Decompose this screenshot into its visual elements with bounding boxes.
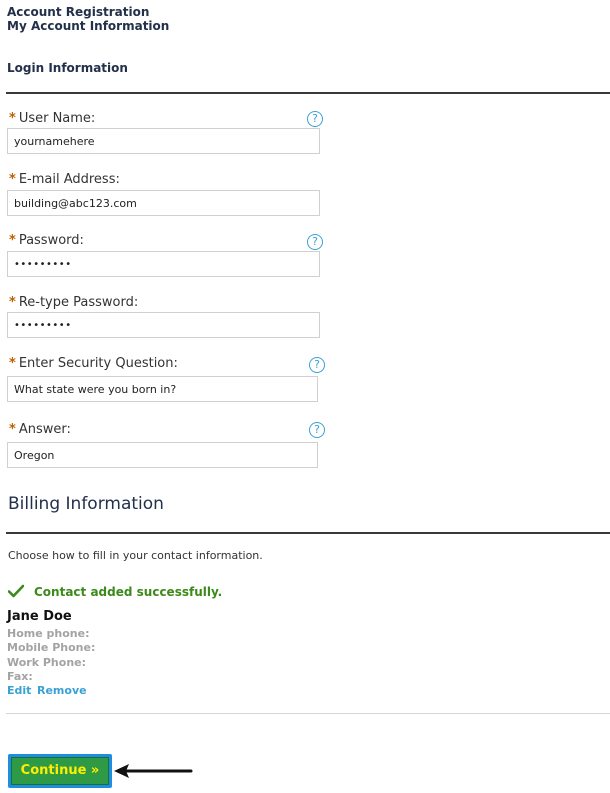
retype-password-input[interactable] <box>7 312 320 338</box>
required-marker: * <box>9 172 16 187</box>
required-marker: * <box>9 233 16 248</box>
security-question-label: * Enter Security Question: <box>9 356 178 371</box>
continue-button[interactable]: Continue » <box>8 754 112 788</box>
login-information-heading: Login Information <box>7 61 128 75</box>
username-help-icon[interactable]: ? <box>307 111 323 127</box>
contact-home-phone: Home phone: <box>7 627 90 640</box>
retype-password-label-text: Re-type Password: <box>18 295 139 310</box>
username-label-text: User Name: <box>18 111 96 126</box>
contact-work-phone: Work Phone: <box>7 656 87 669</box>
security-question-label-text: Enter Security Question: <box>18 356 178 371</box>
arrow-left-icon <box>114 764 193 778</box>
continue-button-label: Continue » <box>11 757 109 785</box>
edit-contact-link[interactable]: Edit <box>7 684 31 697</box>
section-divider <box>6 92 610 94</box>
answer-label-text: Answer: <box>18 422 71 437</box>
billing-information-heading: Billing Information <box>8 494 164 514</box>
answer-help-icon[interactable]: ? <box>309 422 325 438</box>
retype-password-label: * Re-type Password: <box>9 295 138 310</box>
success-message: Contact added successfully. <box>34 585 223 599</box>
email-label-text: E-mail Address: <box>18 172 120 187</box>
answer-input[interactable] <box>7 442 318 468</box>
section-divider <box>6 532 610 534</box>
remove-contact-link[interactable]: Remove <box>37 684 87 697</box>
password-label: * Password: <box>9 233 84 248</box>
security-question-input[interactable] <box>7 376 318 402</box>
required-marker: * <box>9 111 16 126</box>
password-label-text: Password: <box>18 233 84 248</box>
contact-fax: Fax: <box>7 670 33 683</box>
required-marker: * <box>9 356 16 371</box>
answer-label: * Answer: <box>9 422 71 437</box>
username-label: * User Name: <box>9 111 95 126</box>
section-divider <box>6 713 610 714</box>
contact-mobile-phone: Mobile Phone: <box>7 641 96 654</box>
required-marker: * <box>9 422 16 437</box>
page-heading-account-registration: Account Registration <box>7 5 150 19</box>
email-label: * E-mail Address: <box>9 172 120 187</box>
email-input[interactable] <box>7 190 320 216</box>
username-input[interactable] <box>7 128 320 154</box>
required-marker: * <box>9 295 16 310</box>
billing-description: Choose how to fill in your contact infor… <box>8 549 263 562</box>
security-question-help-icon[interactable]: ? <box>309 357 325 373</box>
password-input[interactable] <box>7 251 320 277</box>
checkmark-icon <box>8 584 24 598</box>
password-help-icon[interactable]: ? <box>307 234 323 250</box>
contact-name: Jane Doe <box>7 609 72 624</box>
page-heading-my-account-information: My Account Information <box>7 19 170 33</box>
